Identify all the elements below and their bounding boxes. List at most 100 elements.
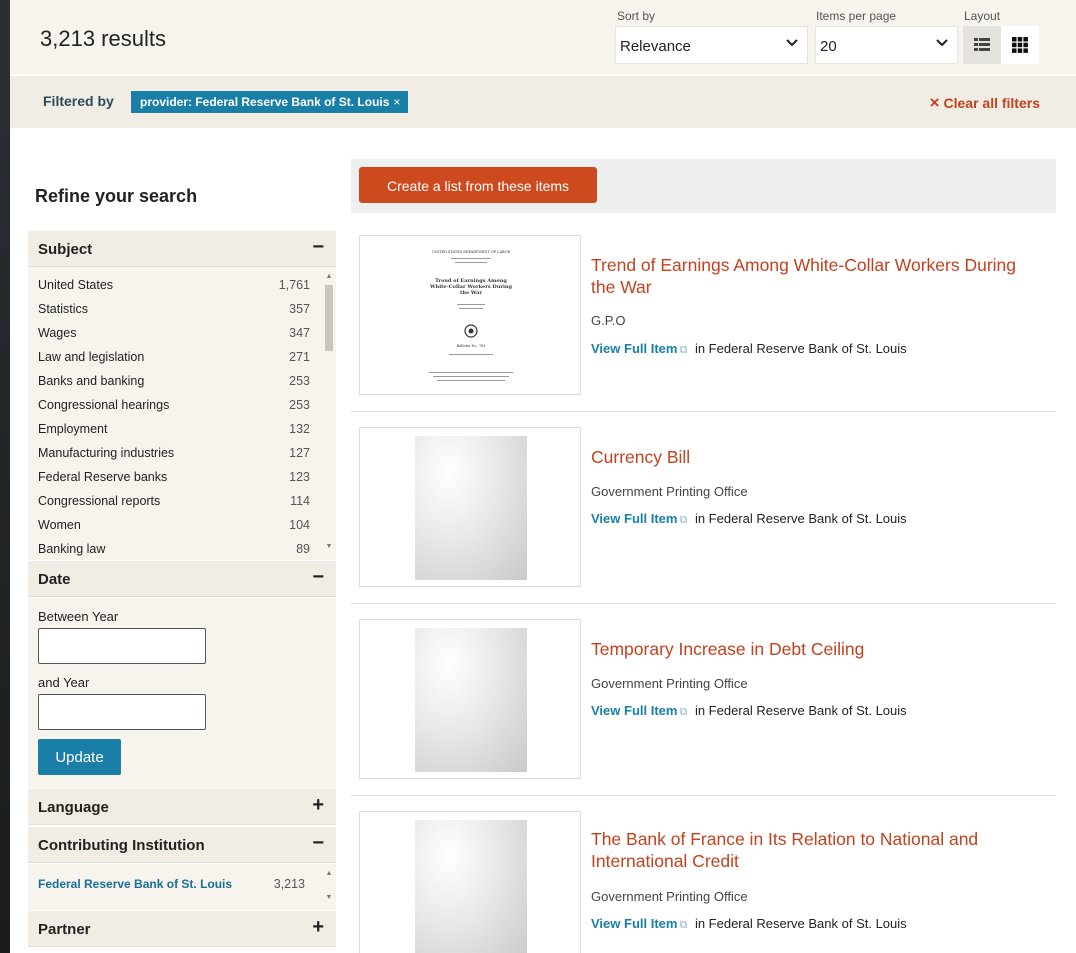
items-per-page-label: Items per page: [816, 9, 897, 23]
facet-item[interactable]: Wages 347: [38, 326, 310, 340]
subject-scrollbar[interactable]: ▲ ▼: [324, 273, 334, 555]
sort-select[interactable]: Relevance: [615, 26, 808, 64]
layout-label: Layout: [964, 9, 1001, 23]
results-header: 3,213 results Sort by Relevance Items pe…: [10, 0, 1076, 74]
institution-facet-list: Federal Reserve Bank of St. Louis 3,213 ▲…: [28, 864, 336, 910]
create-list-button[interactable]: Create a list from these items: [359, 167, 597, 203]
between-year-input[interactable]: [38, 628, 206, 664]
item-title-link[interactable]: Trend of Earnings Among White-Collar Wor…: [591, 254, 1041, 298]
facet-item-label: Federal Reserve banks: [38, 470, 168, 484]
institution-scrollbar[interactable]: ▲ ▼: [324, 870, 334, 906]
divider: [351, 603, 1056, 604]
facet-item[interactable]: Women 104: [38, 518, 310, 532]
items-per-page-value: 20: [820, 38, 837, 55]
external-link-icon: ⧉: [679, 919, 688, 931]
external-link-icon: ⧉: [679, 344, 688, 356]
item-publisher: Government Printing Office: [591, 889, 748, 904]
cover-rule: [455, 262, 487, 263]
facet-header-partner[interactable]: Partner +: [28, 911, 336, 947]
collapse-icon[interactable]: −: [312, 236, 324, 259]
facet-item[interactable]: Banking law 89: [38, 542, 310, 556]
view-full-item-link[interactable]: View Full Item: [591, 341, 677, 356]
facet-header-institution[interactable]: Contributing Institution −: [28, 827, 336, 863]
filter-chip-provider[interactable]: provider: Federal Reserve Bank of St. Lo…: [131, 91, 409, 113]
filter-bar: Filtered by provider: Federal Reserve Ba…: [10, 76, 1076, 128]
cover-rule: [457, 304, 485, 305]
facet-item-count: 357: [289, 302, 310, 316]
between-year-label: Between Year: [38, 609, 119, 624]
scroll-up-icon[interactable]: ▲: [324, 870, 334, 877]
item-publisher: Government Printing Office: [591, 676, 748, 691]
facet-item-label: Wages: [38, 326, 77, 340]
scroll-down-icon[interactable]: ▼: [324, 894, 334, 901]
item-title-link[interactable]: Currency Bill: [591, 446, 1041, 468]
facet-item-selected[interactable]: Federal Reserve Bank of St. Louis 3,213: [38, 877, 310, 891]
document-cover-image: UNITED STATES DEPARTMENT OF LABOR Trend …: [415, 244, 527, 388]
items-per-page-select[interactable]: 20: [815, 26, 958, 64]
divider: [351, 411, 1056, 412]
facet-item-label: Congressional hearings: [38, 398, 170, 412]
cover-rule: [459, 308, 483, 309]
view-full-item-link[interactable]: View Full Item: [591, 511, 677, 526]
facet-item[interactable]: Manufacturing industries 127: [38, 446, 310, 460]
facet-item[interactable]: Employment 132: [38, 422, 310, 436]
facet-title: Date: [38, 571, 71, 588]
facet-item-label: United States: [38, 278, 114, 292]
cover-rule: [433, 376, 509, 377]
placeholder-image: [415, 436, 527, 580]
facet-item-count: 104: [289, 518, 310, 532]
item-thumbnail[interactable]: [359, 811, 581, 953]
date-facet-panel: Between Year and Year Update: [28, 598, 336, 788]
facet-item-label: Statistics: [38, 302, 89, 316]
facet-item-label: Banking law: [38, 542, 106, 556]
facet-header-subject[interactable]: Subject −: [28, 231, 336, 267]
scroll-down-icon[interactable]: ▼: [324, 543, 334, 550]
facet-item-label: Law and legislation: [38, 350, 145, 364]
list-layout-button[interactable]: [963, 26, 1001, 64]
view-full-item-link[interactable]: View Full Item: [591, 916, 677, 931]
item-institution: in Federal Reserve Bank of St. Louis: [694, 511, 907, 526]
facet-item[interactable]: United States 1,761: [38, 278, 310, 292]
facet-item[interactable]: Congressional hearings 253: [38, 398, 310, 412]
collapse-icon[interactable]: −: [312, 566, 324, 589]
facet-item-count: 89: [296, 542, 310, 556]
facet-item[interactable]: Congressional reports 114: [38, 494, 310, 508]
close-icon: ×: [929, 93, 940, 112]
external-link-icon: ⧉: [679, 514, 688, 526]
scroll-thumb[interactable]: [325, 285, 333, 351]
facet-header-date[interactable]: Date −: [28, 561, 336, 597]
facet-item-count: 123: [289, 470, 310, 484]
scroll-up-icon[interactable]: ▲: [324, 273, 334, 280]
item-thumbnail[interactable]: [359, 619, 581, 779]
divider: [351, 795, 1056, 796]
item-title-link[interactable]: Temporary Increase in Debt Ceiling: [591, 638, 1041, 660]
item-title-link[interactable]: The Bank of France in Its Relation to Na…: [591, 828, 1041, 872]
facet-item-label: Manufacturing industries: [38, 446, 175, 460]
collapse-icon[interactable]: −: [312, 832, 324, 855]
item-thumbnail[interactable]: UNITED STATES DEPARTMENT OF LABOR Trend …: [359, 235, 581, 395]
facet-item[interactable]: Statistics 357: [38, 302, 310, 316]
facet-item[interactable]: Banks and banking 253: [38, 374, 310, 388]
clear-all-filters-link[interactable]: × Clear all filters: [930, 93, 1040, 113]
item-thumbnail[interactable]: [359, 427, 581, 587]
facet-header-language[interactable]: Language +: [28, 789, 336, 825]
facet-title: Contributing Institution: [38, 837, 205, 854]
cover-rule: [429, 372, 513, 373]
update-button[interactable]: Update: [38, 739, 121, 775]
grid-layout-button[interactable]: [1001, 26, 1039, 64]
facet-item[interactable]: Law and legislation 271: [38, 350, 310, 364]
chevron-down-icon: [786, 39, 798, 47]
cover-rule: [451, 258, 491, 259]
filter-chip-label: provider: Federal Reserve Bank of St. Lo…: [140, 95, 390, 109]
facet-item-label: Employment: [38, 422, 108, 436]
view-full-item-link[interactable]: View Full Item: [591, 703, 677, 718]
placeholder-image: [415, 820, 527, 953]
expand-icon[interactable]: +: [312, 794, 324, 817]
expand-icon[interactable]: +: [312, 916, 324, 939]
item-view-line: View Full Item ⧉ in Federal Reserve Bank …: [591, 703, 907, 719]
facet-item-label: Banks and banking: [38, 374, 145, 388]
and-year-input[interactable]: [38, 694, 206, 730]
and-year-label: and Year: [38, 675, 90, 690]
facet-item[interactable]: Federal Reserve banks 123: [38, 470, 310, 484]
remove-filter-icon[interactable]: ×: [393, 95, 400, 109]
